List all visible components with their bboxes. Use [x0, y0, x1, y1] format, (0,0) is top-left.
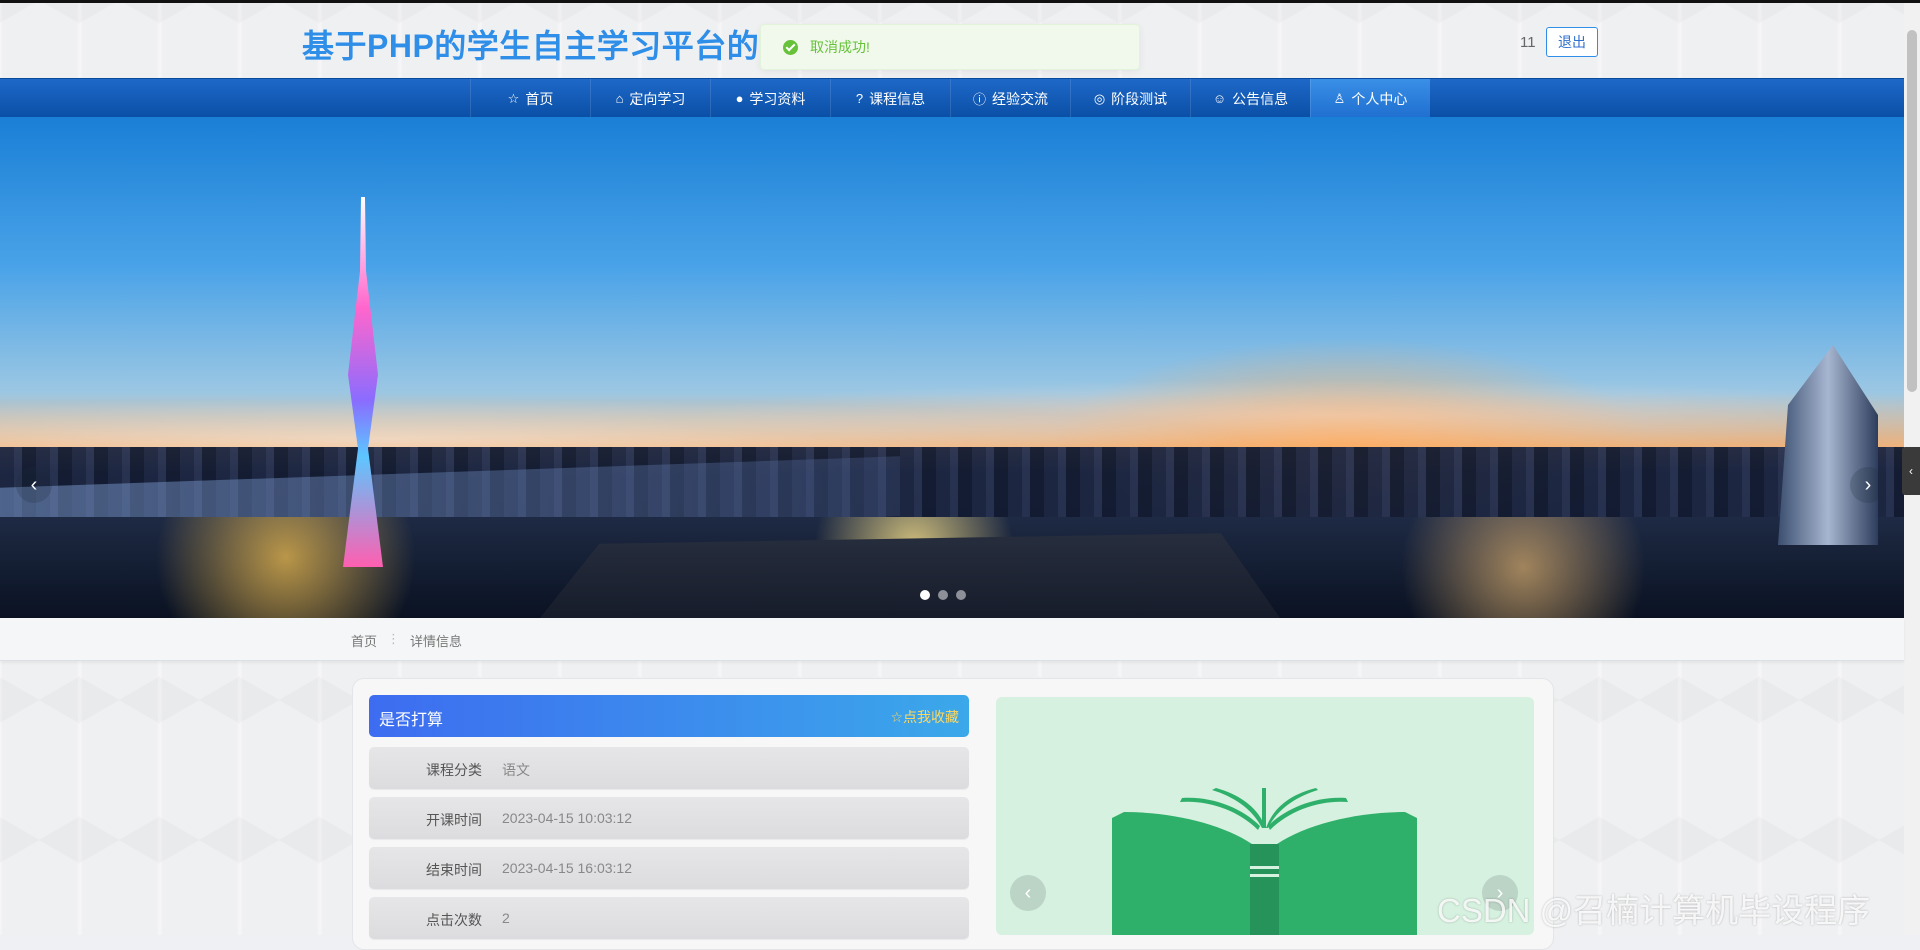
info-row-category: 课程分类 语文	[369, 747, 969, 789]
nav-item-experience-exchange[interactable]: ⓘ 经验交流	[950, 79, 1070, 118]
nav-item-home[interactable]: ☆ 首页	[470, 79, 590, 118]
nav-item-label: 公告信息	[1232, 90, 1289, 107]
smile-icon: ☺	[1212, 91, 1227, 106]
nav-item-label: 经验交流	[992, 90, 1048, 107]
info-value: 2	[502, 910, 510, 926]
nav-item-label: 定向学习	[629, 90, 686, 107]
target-icon: ◎	[1093, 90, 1106, 106]
current-username: 11	[1520, 34, 1536, 51]
nav-menu: ☆ 首页 ⌂ 定向学习 ● 学习资料 ? 课程信息 ⓘ 经验交流 ◎ 阶段测试 …	[470, 79, 1430, 118]
main-navbar: ☆ 首页 ⌂ 定向学习 ● 学习资料 ? 课程信息 ⓘ 经验交流 ◎ 阶段测试 …	[0, 78, 1904, 119]
breadcrumb-bar: 首页 ⋮ 详情信息	[0, 618, 1904, 661]
breadcrumb-home-link[interactable]: 首页	[351, 631, 377, 650]
chevron-left-icon: ‹	[30, 473, 38, 496]
info-row-click-count: 点击次数 2	[369, 897, 969, 939]
info-label: 课程分类	[426, 762, 482, 778]
banner-carousel: ‹ ›	[0, 117, 1904, 618]
detail-title: 是否打算	[379, 712, 444, 729]
chevron-right-icon: ›	[1864, 473, 1872, 496]
user-icon: ♙	[1333, 90, 1346, 106]
info-icon: ●	[735, 91, 744, 106]
nav-item-directed-learning[interactable]: ⌂ 定向学习	[590, 79, 710, 118]
scrollbar-thumb[interactable]	[1907, 30, 1917, 392]
breadcrumb: 首页 ⋮ 详情信息	[351, 631, 462, 650]
chevron-left-icon: ‹	[1024, 881, 1032, 904]
info-row-start-time: 开课时间 2023-04-15 10:03:12	[369, 797, 969, 839]
info-row-end-time: 结束时间 2023-04-15 16:03:12	[369, 847, 969, 889]
toast-message: 取消成功!	[810, 39, 870, 55]
favorite-button[interactable]: ☆点我收藏	[890, 707, 959, 727]
breadcrumb-separator: ⋮	[387, 631, 401, 646]
logout-button[interactable]: 退出	[1546, 27, 1598, 57]
csdn-watermark: CSDN @召楠计算机毕设程序	[1437, 892, 1871, 929]
info-value: 2023-04-15 16:03:12	[502, 860, 632, 876]
info-circle-icon: ⓘ	[972, 92, 986, 107]
question-icon: ?	[855, 91, 864, 106]
carousel-next-button[interactable]: ›	[1850, 467, 1886, 503]
info-value: 2023-04-15 10:03:12	[502, 810, 632, 826]
nav-item-study-materials[interactable]: ● 学习资料	[710, 79, 830, 118]
nav-item-label: 学习资料	[749, 90, 806, 107]
side-drawer-toggle[interactable]: ‹	[1902, 447, 1920, 495]
nav-item-personal-center[interactable]: ♙ 个人中心	[1310, 79, 1430, 118]
detail-header: 是否打算 ☆点我收藏	[369, 695, 969, 737]
nav-item-label: 个人中心	[1351, 90, 1408, 107]
book-icon	[1112, 788, 1417, 935]
nav-item-stage-test[interactable]: ◎ 阶段测试	[1070, 79, 1190, 118]
nav-item-course-info[interactable]: ? 课程信息	[830, 79, 950, 118]
carousel-prev-button[interactable]: ‹	[16, 467, 52, 503]
chevron-left-icon: ‹	[1909, 464, 1913, 478]
nav-item-label: 首页	[525, 90, 554, 107]
star-icon: ☆	[507, 90, 520, 106]
info-label: 开课时间	[426, 812, 482, 828]
bag-icon: ⌂	[615, 91, 624, 106]
nav-item-label: 阶段测试	[1111, 90, 1168, 107]
nav-item-label: 课程信息	[869, 90, 926, 107]
carousel-dot[interactable]	[920, 590, 930, 600]
success-toast: 取消成功!	[760, 24, 1140, 70]
info-value: 语文	[502, 762, 530, 778]
carousel-indicators	[920, 590, 966, 600]
image-prev-button[interactable]: ‹	[1010, 875, 1046, 911]
info-label: 结束时间	[426, 862, 482, 878]
check-circle-icon	[783, 39, 798, 55]
info-label: 点击次数	[426, 912, 482, 928]
nav-item-announcements[interactable]: ☺ 公告信息	[1190, 79, 1310, 118]
carousel-dot[interactable]	[938, 590, 948, 600]
carousel-dot[interactable]	[956, 590, 966, 600]
breadcrumb-current: 详情信息	[410, 634, 463, 649]
